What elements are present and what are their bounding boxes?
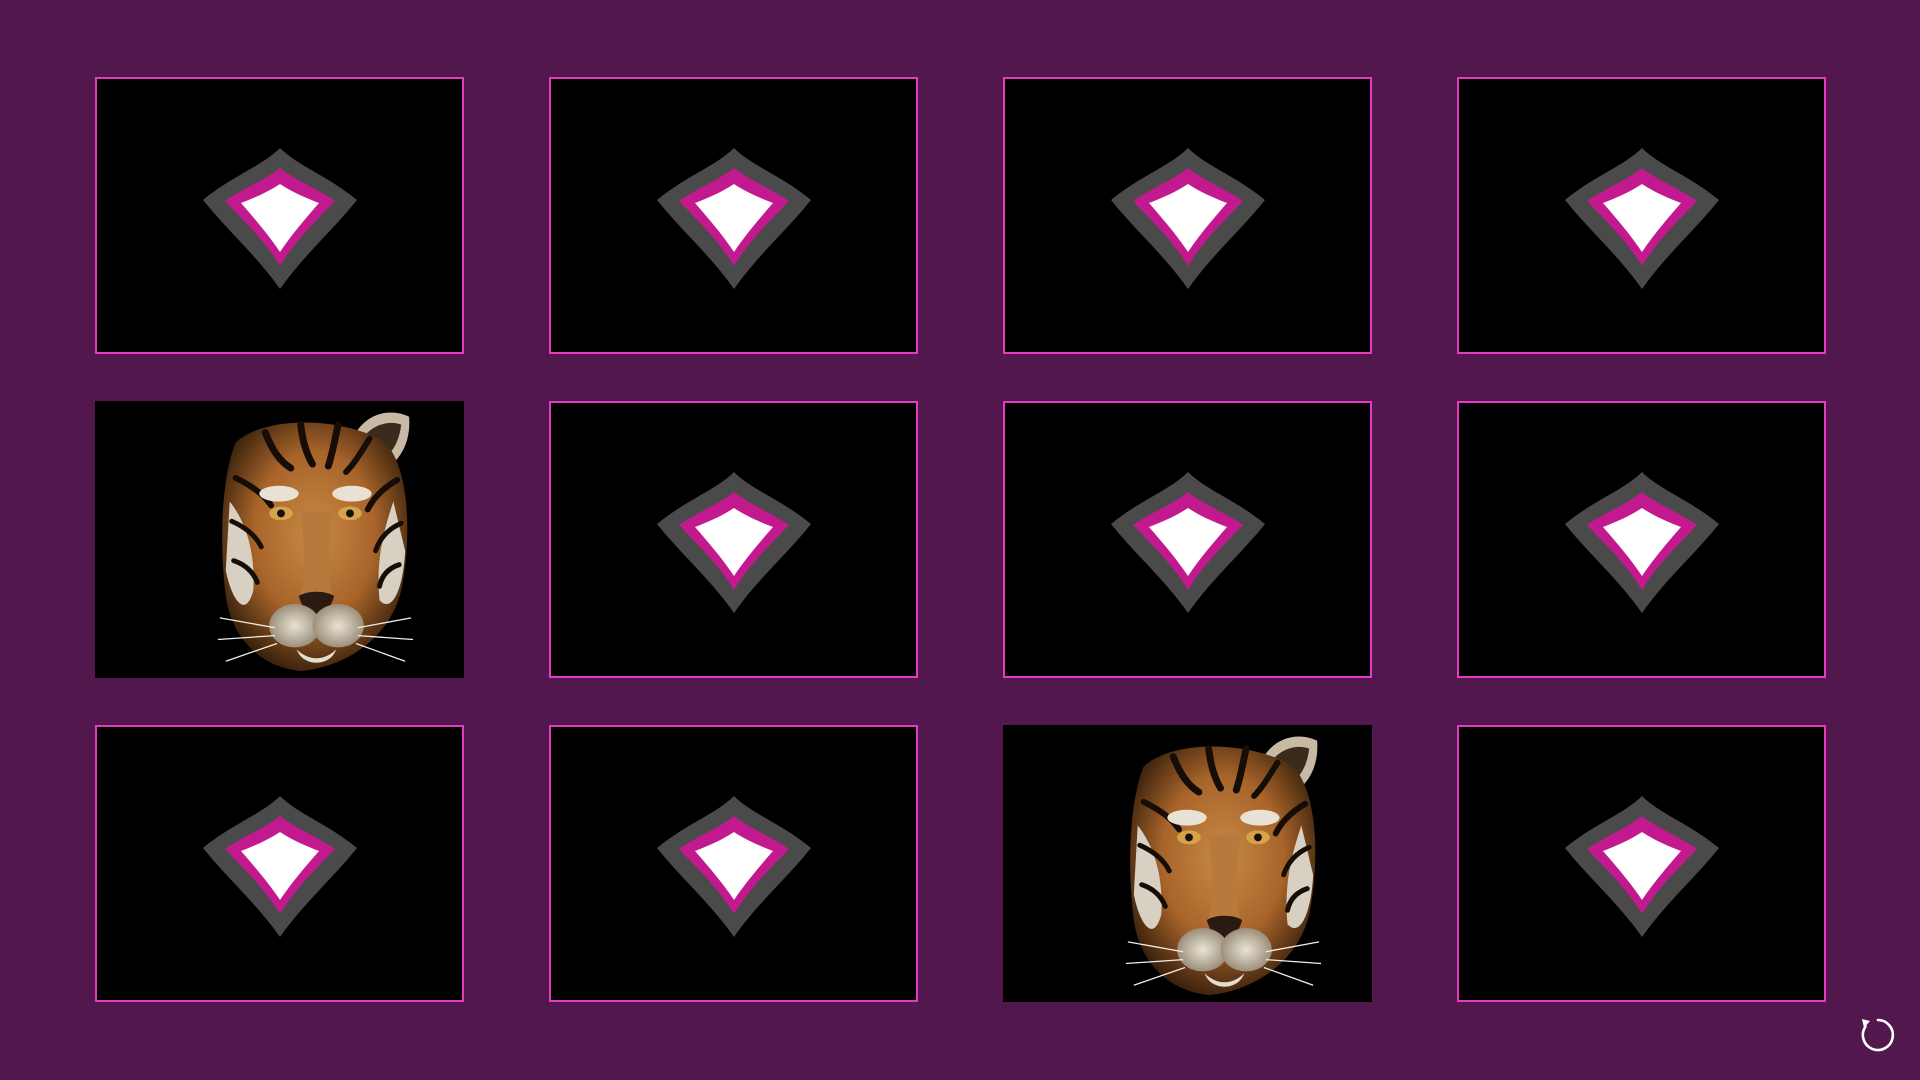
card-grid <box>95 77 1826 1002</box>
memory-card[interactable] <box>549 77 918 354</box>
memory-card[interactable] <box>1457 77 1826 354</box>
tiger-image <box>97 403 462 676</box>
tiger-image <box>1005 727 1370 1000</box>
memory-card[interactable] <box>549 725 918 1002</box>
memory-card[interactable] <box>549 401 918 678</box>
memory-card[interactable] <box>1003 725 1372 1002</box>
card-back-emblem-icon <box>1564 796 1719 937</box>
card-back-emblem-icon <box>656 796 811 937</box>
restart-button[interactable] <box>1856 1013 1900 1057</box>
memory-card[interactable] <box>1003 401 1372 678</box>
card-back-emblem-icon <box>1110 472 1265 613</box>
card-back-emblem-icon <box>656 472 811 613</box>
card-back-emblem-icon <box>656 148 811 289</box>
card-back-emblem-icon <box>202 796 357 937</box>
card-back-emblem-icon <box>1564 472 1719 613</box>
card-back-emblem-icon <box>202 148 357 289</box>
memory-card[interactable] <box>95 401 464 678</box>
memory-card[interactable] <box>1457 725 1826 1002</box>
card-back-emblem-icon <box>1564 148 1719 289</box>
memory-card[interactable] <box>1457 401 1826 678</box>
memory-card[interactable] <box>95 77 464 354</box>
memory-card[interactable] <box>1003 77 1372 354</box>
card-back-emblem-icon <box>1110 148 1265 289</box>
memory-card[interactable] <box>95 725 464 1002</box>
restart-icon <box>1861 1018 1895 1052</box>
